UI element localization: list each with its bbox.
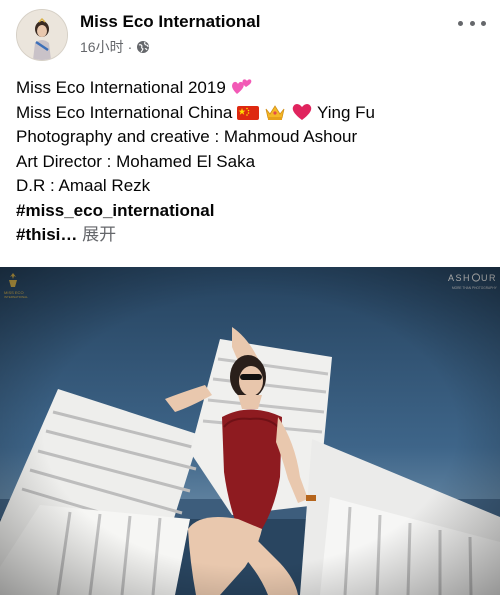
- globe-icon: [136, 40, 150, 54]
- post-line-photography: Photography and creative : Mahmoud Ashou…: [16, 127, 358, 146]
- post-line-dr: D.R : Amaal Rezk: [16, 176, 151, 195]
- post-photo[interactable]: MISS ECO INTERNATIONAL ASH UR MORE THAN …: [0, 267, 500, 595]
- china-prefix-text: Miss Eco International China: [16, 102, 233, 122]
- page-name[interactable]: Miss Eco International: [80, 12, 260, 32]
- two-hearts-icon: [231, 76, 253, 104]
- post-line-hashtag1: #miss_eco_international: [16, 199, 486, 224]
- post-title-text: Miss Eco International 2019: [16, 78, 226, 97]
- china-name-text: Ying Fu: [317, 102, 375, 122]
- more-options-button[interactable]: [458, 16, 486, 30]
- post-line-china: Miss Eco International China Ying Fu: [16, 101, 486, 126]
- red-heart-icon: [291, 101, 313, 129]
- post-header: Miss Eco International 16小时 ·: [0, 0, 500, 66]
- post-text: Miss Eco International 2019 Miss Eco Int…: [16, 76, 486, 248]
- hashtag-link[interactable]: #miss_eco_international: [16, 201, 214, 220]
- post-line-art-director: Art Director : Mohamed El Saka: [16, 151, 256, 171]
- post-meta: 16小时 ·: [80, 37, 150, 57]
- page-avatar[interactable]: [16, 9, 68, 61]
- post-line-title: Miss Eco International 2019: [16, 76, 486, 101]
- see-more-link[interactable]: 展开: [82, 225, 116, 244]
- hashtag-link-partial[interactable]: #thisi…: [16, 225, 77, 244]
- post-timestamp[interactable]: 16小时: [80, 37, 124, 57]
- more-dots-icon: [458, 20, 463, 26]
- post-line-hashtag2: #thisi… 展开: [16, 223, 486, 248]
- meta-separator: ·: [127, 39, 133, 55]
